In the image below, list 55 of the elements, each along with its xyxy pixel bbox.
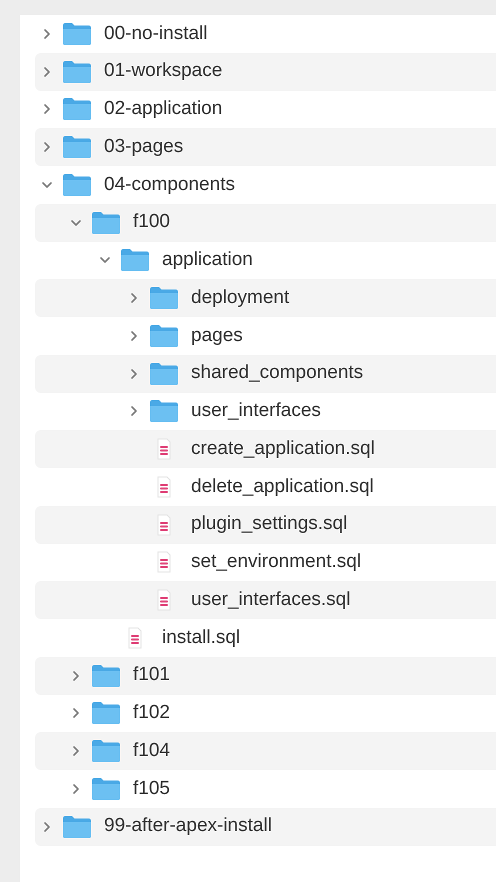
folder-icon <box>149 324 179 348</box>
file-row[interactable]: create_application.sql <box>35 430 496 468</box>
folder-row[interactable]: f101 <box>35 656 496 694</box>
file-name: install.sql <box>162 626 240 650</box>
folder-name: deployment <box>191 286 290 310</box>
folder-name: 02-application <box>104 97 222 122</box>
sql-file-icon <box>157 589 171 612</box>
folder-name: user_interfaces <box>191 399 321 424</box>
sql-file-icon <box>128 626 142 649</box>
file-name: create_application.sql <box>191 436 375 461</box>
folder-icon <box>62 97 92 122</box>
folder-icon <box>62 814 92 839</box>
folder-name: f100 <box>133 210 170 234</box>
folder-name: f104 <box>133 738 170 763</box>
folder-icon <box>120 248 150 272</box>
folder-icon <box>91 664 121 688</box>
folder-icon <box>62 172 92 197</box>
folder-row[interactable]: f104 <box>35 732 496 770</box>
folder-name: f102 <box>133 701 170 726</box>
folder-name: f101 <box>133 663 170 688</box>
folder-icon <box>91 739 121 764</box>
folder-row[interactable]: deployment <box>35 279 496 317</box>
folder-icon <box>91 776 121 801</box>
folder-name: 04-components <box>104 172 235 197</box>
folder-icon <box>62 22 92 46</box>
file-name: set_environment.sql <box>191 550 362 574</box>
sql-file-icon <box>157 476 171 498</box>
file-name: user_interfaces.sql <box>191 588 350 612</box>
folder-icon <box>149 362 179 386</box>
folder-name: pages <box>191 324 243 348</box>
folder-name: 01-workspace <box>104 59 222 84</box>
folder-icon <box>62 60 92 84</box>
file-name: delete_application.sql <box>191 474 374 499</box>
sql-file-icon <box>157 438 171 460</box>
folder-row[interactable]: 99-after-apex-install <box>35 808 496 846</box>
file-name: plugin_settings.sql <box>191 512 348 536</box>
sql-file-icon <box>157 514 171 536</box>
folder-name: shared_components <box>191 361 364 386</box>
folder-icon <box>62 135 92 160</box>
folder-row[interactable]: shared_components <box>35 354 496 392</box>
folder-row[interactable]: 03-pages <box>35 128 496 166</box>
sql-file-icon <box>157 551 171 574</box>
folder-icon <box>149 286 179 310</box>
folder-icon <box>91 701 121 726</box>
file-row[interactable]: user_interfaces.sql <box>35 581 496 619</box>
folder-icon <box>149 399 179 424</box>
folder-name: f105 <box>133 776 170 801</box>
folder-name: 03-pages <box>104 134 184 159</box>
folder-name: 99-after-apex-install <box>104 814 272 838</box>
folder-row[interactable]: 01-workspace <box>35 52 496 90</box>
folder-name: application <box>162 248 253 272</box>
folder-name: 00-no-install <box>104 22 208 46</box>
file-row[interactable]: plugin_settings.sql <box>35 506 496 544</box>
folder-row[interactable]: f100 <box>35 204 496 242</box>
folder-icon <box>91 210 121 235</box>
